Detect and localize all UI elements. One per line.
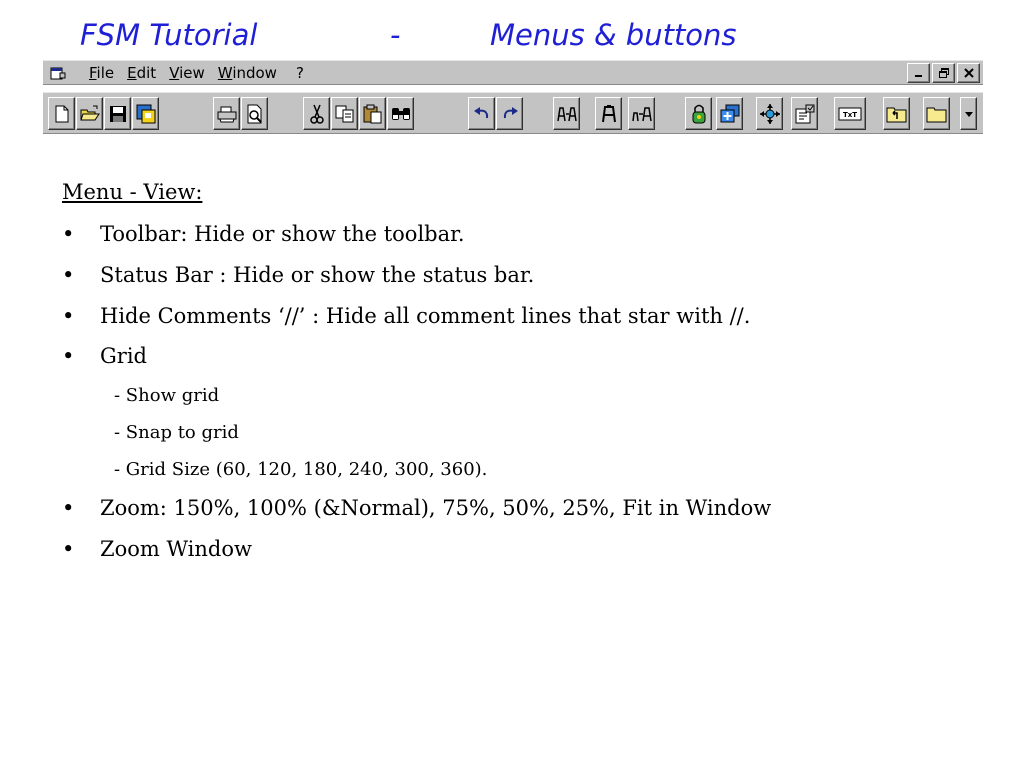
bullet-marker: • (62, 537, 75, 561)
new-file-icon[interactable] (48, 97, 75, 130)
sub-item: - Snap to grid (114, 422, 239, 443)
list-item-text: Status Bar : Hide or show the status bar… (100, 263, 535, 287)
sub-item: - Show grid (114, 385, 220, 406)
list-item-text: Grid (100, 344, 147, 368)
section-heading: Menu - View: (62, 180, 203, 204)
bullet-marker: • (62, 263, 75, 287)
bullet-marker: • (62, 222, 75, 246)
transition-icon[interactable] (756, 97, 783, 130)
sub-item: - Grid Size (60, 120, 180, 240, 300, 360… (114, 459, 488, 480)
close-icon[interactable] (957, 63, 980, 83)
lock-icon[interactable] (685, 97, 712, 130)
cut-icon[interactable] (303, 97, 330, 130)
find-icon[interactable] (387, 97, 414, 130)
paste-icon[interactable] (359, 97, 386, 130)
state-icon[interactable] (595, 97, 622, 130)
list-item-text: Toolbar: Hide or show the toolbar. (100, 222, 465, 246)
menu-window[interactable]: Window (218, 64, 277, 82)
list-item-text: Zoom Window (100, 537, 252, 561)
menu-file[interactable]: File (89, 64, 114, 82)
add-state-icon[interactable] (716, 97, 743, 130)
dropdown-icon[interactable] (960, 97, 977, 130)
undo-icon[interactable] (468, 97, 495, 130)
svg-text:TxT: TxT (843, 111, 857, 119)
folder-up-icon[interactable] (883, 97, 910, 130)
menu-edit[interactable]: Edit (127, 64, 156, 82)
title-right: Menus & buttons (490, 18, 737, 52)
save-icon[interactable] (104, 97, 131, 130)
toolbar: TxT (43, 92, 983, 134)
slide-title: FSM Tutorial - Menus & buttons (80, 18, 780, 58)
bullet-marker: • (62, 304, 75, 328)
list-item-text: Hide Comments ‘//’ : Hide all comment li… (100, 304, 751, 328)
state-to-state-icon[interactable] (553, 97, 580, 130)
document-window-icon[interactable] (50, 66, 66, 80)
menu-view[interactable]: View (169, 64, 205, 82)
redo-icon[interactable] (496, 97, 523, 130)
text-icon[interactable]: TxT (834, 97, 866, 130)
properties-icon[interactable] (791, 97, 818, 130)
menu-help[interactable]: ? (296, 64, 304, 82)
title-left: FSM Tutorial (80, 18, 258, 52)
menu-bar: File Edit View Window ? (43, 60, 983, 85)
title-separator: - (390, 18, 401, 52)
print-preview-icon[interactable] (241, 97, 268, 130)
print-icon[interactable] (213, 97, 240, 130)
copy-icon[interactable] (331, 97, 358, 130)
bullet-marker: • (62, 496, 75, 520)
folder-icon[interactable] (923, 97, 950, 130)
state-arrow-icon[interactable] (628, 97, 655, 130)
bullet-marker: • (62, 344, 75, 368)
minimize-icon[interactable] (907, 63, 930, 83)
save-color-icon[interactable] (132, 97, 159, 130)
open-folder-icon[interactable] (76, 97, 103, 130)
list-item-text: Zoom: 150%, 100% (&Normal), 75%, 50%, 25… (100, 496, 772, 520)
restore-icon[interactable] (932, 63, 955, 83)
